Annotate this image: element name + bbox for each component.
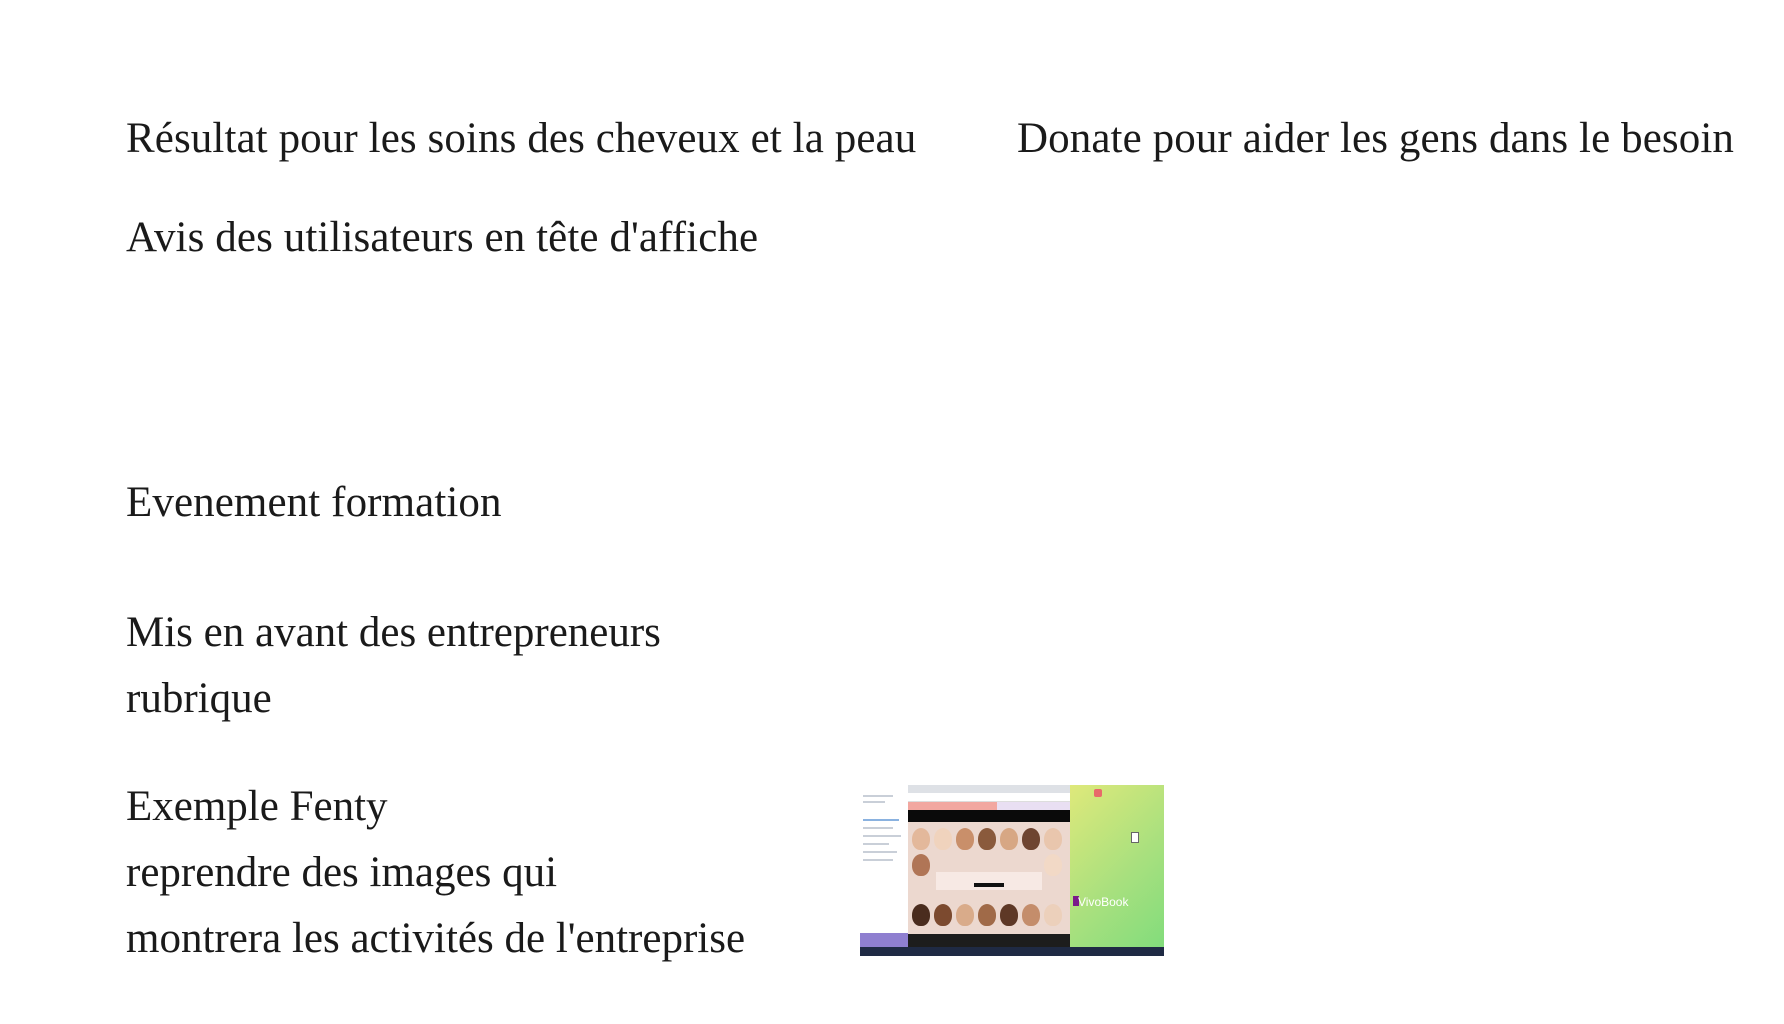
note-entrepreneurs-block: Mis en avant des entrepreneurs rubrique <box>126 600 661 732</box>
desktop-file-icon <box>1131 832 1139 843</box>
thumbnail-side-panel <box>860 785 909 947</box>
note-training-event: Evenement formation <box>126 479 502 526</box>
thumbnail-site-nav <box>908 810 1070 822</box>
note-donate: Donate pour aider les gens dans le besoi… <box>1017 115 1734 162</box>
fenty-screenshot-image: VivoBook <box>860 785 1164 956</box>
note-entrepreneurs-line: Mis en avant des entrepreneurs <box>126 609 661 656</box>
thumbnail-hero-grid <box>908 822 1070 934</box>
note-fenty-block: Exemple Fenty reprendre des images qui m… <box>126 774 745 972</box>
note-hair-skin-results: Résultat pour les soins des cheveux et l… <box>126 115 917 162</box>
note-user-reviews: Avis des utilisateurs en tête d'affiche <box>126 214 759 261</box>
thumbnail-taskbar <box>860 947 1164 956</box>
note-images-line: reprendre des images qui <box>126 849 558 896</box>
vivobook-logo: VivoBook <box>1078 895 1129 909</box>
note-activities-line: montrera les activités de l'entreprise <box>126 915 746 962</box>
thumbnail-browser-window <box>908 785 1070 947</box>
desktop-app-icon <box>1094 789 1102 797</box>
note-fenty-line: Exemple Fenty <box>126 783 388 830</box>
note-rubrique-line: rubrique <box>126 675 272 722</box>
